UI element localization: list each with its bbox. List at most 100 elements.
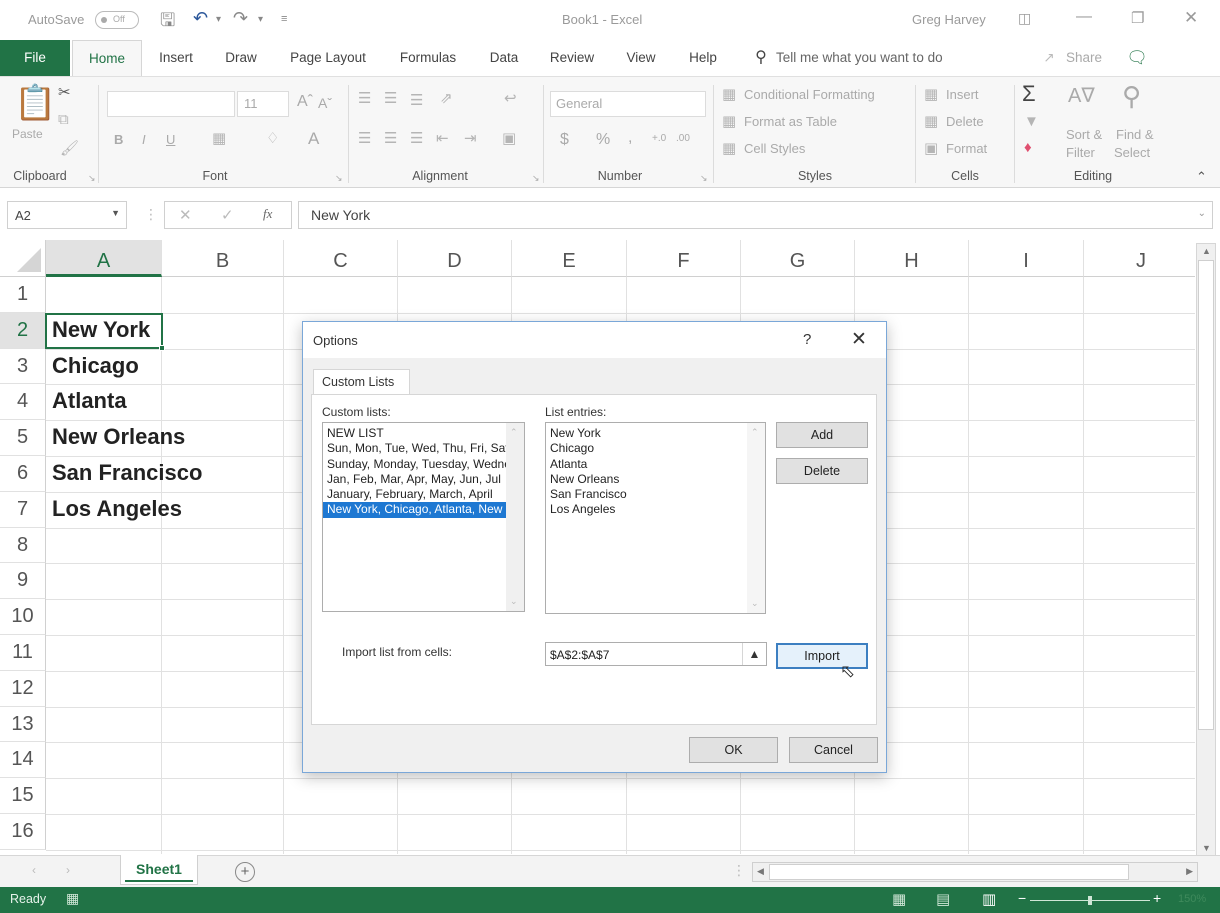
vertical-scroll-thumb[interactable] bbox=[1198, 260, 1214, 730]
column-header-e[interactable]: E bbox=[512, 240, 627, 277]
increase-decimal-icon[interactable]: +.0 bbox=[652, 133, 666, 144]
percent-button[interactable]: % bbox=[596, 131, 610, 149]
tab-home[interactable]: Home bbox=[72, 40, 142, 76]
custom-lists-scrollbar[interactable]: ⌃ ⌄ bbox=[506, 423, 524, 611]
ribbon-display-icon[interactable]: ◫ bbox=[1018, 10, 1031, 27]
row-header-5[interactable]: 5 bbox=[0, 420, 46, 456]
dialog-titlebar[interactable]: Options ? ✕ bbox=[303, 322, 886, 358]
currency-button[interactable]: $ bbox=[560, 131, 569, 149]
tab-file[interactable]: File bbox=[0, 40, 70, 76]
column-header-d[interactable]: D bbox=[398, 240, 512, 277]
prev-sheet-icon[interactable]: ‹ bbox=[32, 863, 36, 877]
zoom-slider-thumb[interactable] bbox=[1088, 896, 1092, 905]
column-header-b[interactable]: B bbox=[162, 240, 284, 277]
share-button[interactable]: Share bbox=[1062, 40, 1106, 76]
clipboard-launcher-icon[interactable]: ↘ bbox=[88, 173, 96, 184]
collapse-dialog-icon[interactable]: ▲ bbox=[742, 643, 766, 665]
autosum-icon[interactable]: Σ bbox=[1022, 81, 1036, 107]
conditional-formatting-button[interactable]: Conditional Formatting bbox=[744, 87, 875, 102]
paste-icon[interactable]: 📋 bbox=[14, 83, 56, 123]
dialog-close-icon[interactable]: ✕ bbox=[851, 328, 867, 351]
name-box[interactable]: A2 ▼ bbox=[7, 201, 127, 229]
row-header-9[interactable]: 9 bbox=[0, 563, 46, 600]
autosave-toggle[interactable]: Off bbox=[95, 11, 139, 29]
page-break-view-icon[interactable]: ▥ bbox=[982, 890, 996, 908]
formula-input[interactable]: New York ⌄ bbox=[298, 201, 1213, 229]
row-header-10[interactable]: 10 bbox=[0, 599, 46, 635]
ok-button[interactable]: OK bbox=[689, 737, 778, 763]
tab-insert[interactable]: Insert bbox=[155, 40, 197, 76]
row-header-3[interactable]: 3 bbox=[0, 348, 46, 385]
top-align-icon[interactable]: ☰ bbox=[358, 89, 371, 107]
enter-icon[interactable]: ✓ bbox=[221, 206, 234, 224]
fill-handle[interactable] bbox=[159, 345, 165, 351]
expand-formula-bar-icon[interactable]: ⌄ bbox=[1198, 208, 1206, 219]
comma-button[interactable]: , bbox=[628, 129, 632, 147]
alignment-launcher-icon[interactable]: ↘ bbox=[532, 173, 540, 184]
shrink-font-icon[interactable]: Aˇ bbox=[318, 95, 332, 111]
name-box-dropdown-icon[interactable]: ▼ bbox=[111, 208, 120, 218]
redo-dropdown-icon[interactable]: ▾ bbox=[258, 14, 263, 25]
tab-page-layout[interactable]: Page Layout bbox=[285, 40, 371, 76]
row-header-8[interactable]: 8 bbox=[0, 527, 46, 564]
save-icon[interactable]: 🖫 bbox=[160, 8, 175, 38]
custom-list-item[interactable]: NEW LIST bbox=[323, 426, 508, 441]
help-icon[interactable]: ? bbox=[803, 331, 811, 348]
row-header-15[interactable]: 15 bbox=[0, 778, 46, 814]
custom-list-item[interactable]: January, February, March, April bbox=[323, 487, 508, 502]
cell-a4[interactable]: Atlanta bbox=[52, 388, 127, 414]
font-launcher-icon[interactable]: ↘ bbox=[335, 173, 343, 184]
cell-a3[interactable]: Chicago bbox=[52, 353, 139, 379]
scroll-down-icon[interactable]: ▼ bbox=[1202, 843, 1211, 853]
align-center-icon[interactable]: ☰ bbox=[384, 129, 397, 147]
tab-data[interactable]: Data bbox=[484, 40, 524, 76]
tab-review[interactable]: Review bbox=[546, 40, 598, 76]
close-icon[interactable]: ✕ bbox=[1184, 8, 1198, 28]
row-header-4[interactable]: 4 bbox=[0, 384, 46, 421]
page-layout-view-icon[interactable]: ▤ bbox=[936, 890, 950, 908]
bold-button[interactable]: B bbox=[114, 132, 123, 147]
next-sheet-icon[interactable]: › bbox=[66, 863, 70, 877]
insert-cells-button[interactable]: Insert bbox=[946, 87, 979, 102]
font-size-select[interactable]: 11 bbox=[237, 91, 289, 117]
borders-icon[interactable]: ▦ bbox=[212, 129, 226, 147]
zoom-in-icon[interactable]: + bbox=[1153, 890, 1161, 906]
restore-icon[interactable]: ❐ bbox=[1131, 9, 1144, 27]
grow-font-icon[interactable]: Aˆ bbox=[297, 93, 313, 111]
tab-draw[interactable]: Draw bbox=[220, 40, 262, 76]
normal-view-icon[interactable]: ▦ bbox=[892, 890, 906, 908]
sort-filter-label-1[interactable]: Sort & bbox=[1066, 127, 1102, 142]
copy-icon[interactable]: ⧉ bbox=[58, 111, 69, 128]
new-sheet-button[interactable]: + bbox=[235, 862, 255, 882]
row-header-16[interactable]: 16 bbox=[0, 814, 46, 850]
find-select-label-2[interactable]: Select bbox=[1114, 145, 1150, 160]
delete-cells-button[interactable]: Delete bbox=[946, 114, 984, 129]
delete-button[interactable]: Delete bbox=[776, 458, 868, 484]
custom-list-item[interactable]: Jan, Feb, Mar, Apr, May, Jun, Jul bbox=[323, 472, 508, 487]
horizontal-scroll-thumb[interactable] bbox=[769, 864, 1129, 880]
select-all-button[interactable] bbox=[0, 240, 46, 277]
list-entries-scrollbar[interactable]: ⌃ ⌄ bbox=[747, 423, 765, 613]
format-as-table-button[interactable]: Format as Table bbox=[744, 114, 837, 129]
scroll-left-icon[interactable]: ◀ bbox=[757, 866, 764, 877]
row-header-6[interactable]: 6 bbox=[0, 456, 46, 492]
redo-icon[interactable]: ↷ bbox=[233, 8, 248, 29]
number-format-select[interactable]: General bbox=[550, 91, 706, 117]
orientation-icon[interactable]: ⇗ bbox=[440, 89, 453, 107]
align-right-icon[interactable]: ☰ bbox=[410, 129, 423, 147]
minimize-icon[interactable]: — bbox=[1076, 8, 1092, 26]
fill-color-icon[interactable]: ♢ bbox=[266, 129, 279, 147]
underline-button[interactable]: U bbox=[166, 132, 175, 147]
sort-filter-label-2[interactable]: Filter bbox=[1066, 145, 1095, 160]
clear-icon[interactable]: ♦ bbox=[1024, 139, 1032, 156]
zoom-out-icon[interactable]: − bbox=[1018, 890, 1026, 906]
custom-lists-listbox[interactable]: NEW LIST Sun, Mon, Tue, Wed, Thu, Fri, Sa… bbox=[322, 422, 525, 612]
tell-me-input[interactable]: Tell me what you want to do bbox=[776, 40, 966, 76]
scroll-right-icon[interactable]: ▶ bbox=[1186, 866, 1193, 877]
cancel-entry-icon[interactable]: ✕ bbox=[179, 206, 192, 224]
collapse-ribbon-icon[interactable]: ⌃ bbox=[1196, 169, 1207, 185]
wrap-text-icon[interactable]: ↩ bbox=[504, 89, 517, 107]
column-header-f[interactable]: F bbox=[627, 240, 741, 277]
column-header-h[interactable]: H bbox=[855, 240, 969, 277]
row-header-7[interactable]: 7 bbox=[0, 491, 46, 528]
